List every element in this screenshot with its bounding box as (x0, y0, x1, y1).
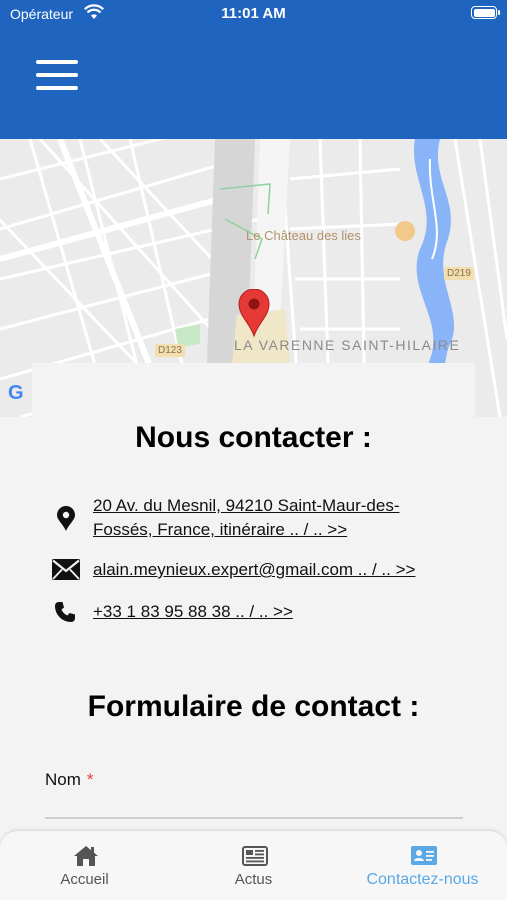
address-line-1: 20 Av. du Mesnil, 94210 Saint-Maur-des- (93, 496, 400, 515)
address-line-2: Fossés, France, itinéraire .. / .. >> (93, 520, 348, 539)
nav-item-contactez-nous[interactable]: Contactez-nous (338, 831, 507, 900)
bottom-navigation: Accueil Actus Contactez-nous (0, 830, 507, 900)
district-label: LA VARENNE SAINT-HILAIRE (234, 337, 461, 353)
content-card (32, 363, 475, 423)
map-pin-icon[interactable] (238, 289, 270, 337)
email-address: alain.meynieux.expert@gmail.com .. / .. … (93, 560, 416, 579)
nav-item-accueil[interactable]: Accueil (0, 831, 169, 900)
poi-label: Le Château des lies (246, 228, 361, 243)
nav-label-contactez-nous: Contactez-nous (366, 871, 479, 888)
app-header: Opérateur 11:01 AM (0, 0, 507, 139)
nav-item-actus[interactable]: Actus (169, 831, 338, 900)
hamburger-menu-button[interactable] (36, 60, 78, 90)
required-mark: * (86, 770, 94, 789)
contact-card-icon (411, 846, 437, 865)
name-label-text: Nom (45, 770, 81, 789)
phone-icon (55, 602, 75, 622)
road-label-d123: D123 (155, 344, 185, 357)
status-bar: Opérateur 11:01 AM (0, 0, 507, 30)
email-link[interactable]: alain.meynieux.expert@gmail.com .. / .. … (50, 557, 470, 583)
name-field-label: Nom * (45, 770, 94, 790)
nav-label-accueil: Accueil (60, 871, 109, 888)
form-title: Formulaire de contact : (87, 690, 420, 723)
address-link[interactable]: 20 Av. du Mesnil, 94210 Saint-Maur-des- … (50, 494, 470, 544)
google-attribution: G (8, 382, 24, 404)
phone-link[interactable]: +33 1 83 95 88 38 .. / .. >> (50, 599, 470, 625)
newspaper-icon (242, 846, 268, 866)
phone-number: +33 1 83 95 88 38 .. / .. >> (93, 602, 293, 621)
mail-icon (52, 559, 80, 580)
name-input[interactable] (45, 803, 463, 819)
nav-label-actus: Actus (234, 871, 273, 888)
status-time: 11:01 AM (221, 5, 286, 22)
home-icon (74, 846, 98, 866)
location-pin-icon (57, 506, 75, 531)
road-label-d219: D219 (444, 267, 474, 280)
contact-title: Nous contacter : (135, 421, 372, 454)
battery-icon (471, 6, 500, 19)
